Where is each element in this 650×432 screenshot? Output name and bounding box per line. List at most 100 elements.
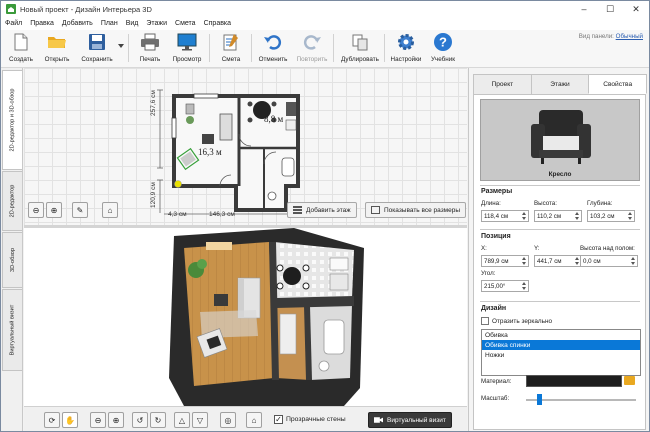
menu-file[interactable]: Файл — [5, 20, 22, 27]
height-spinbox[interactable]: 110,2 см — [534, 210, 582, 222]
monitor-icon — [177, 32, 197, 52]
zoom-out-icon: ⊖ — [32, 205, 40, 215]
menu-view[interactable]: Вид — [126, 20, 139, 27]
title-bar: Новый проект - Дизайн Интерьера 3D – ☐ ✕ — [1, 1, 649, 17]
spin-arrows-icon[interactable] — [522, 212, 527, 220]
mirror-checkbox[interactable] — [481, 317, 489, 325]
zoom-out-3d-button[interactable]: ⊖ — [90, 412, 106, 428]
depth-spinbox[interactable]: 103,2 см — [587, 210, 635, 222]
lighting-button[interactable]: ◎ — [220, 412, 236, 428]
material-swatch[interactable] — [526, 375, 622, 387]
minimize-button[interactable]: – — [571, 1, 597, 17]
home-view-button[interactable]: ⌂ — [102, 202, 118, 218]
undo-button[interactable]: Отменить — [255, 32, 291, 63]
y-spinbox[interactable]: 441,7 см — [534, 255, 582, 267]
menu-add[interactable]: Добавить — [62, 20, 93, 27]
x-spinbox[interactable]: 789,9 см — [481, 255, 529, 267]
toolbar-separator — [209, 34, 210, 62]
floor-height-spinbox[interactable]: 0,0 см — [580, 255, 638, 267]
tilt-down-icon: ▽ — [196, 415, 204, 425]
menu-plan[interactable]: План — [101, 20, 118, 27]
menu-estimate[interactable]: Смета — [175, 20, 196, 27]
scale-slider-track[interactable] — [526, 399, 636, 401]
floppy-disk-icon — [87, 32, 107, 52]
show-all-dimensions-button[interactable]: Показывать все размеры — [365, 202, 467, 218]
home-3d-button[interactable]: ⌂ — [246, 412, 262, 428]
list-item[interactable]: Ножки — [482, 350, 640, 360]
print-button[interactable]: Печать — [132, 32, 168, 63]
save-dropdown-chevron-icon[interactable] — [118, 44, 124, 48]
zoom-in-button[interactable]: ⊕ — [46, 202, 62, 218]
view-3d[interactable] — [24, 228, 467, 406]
close-button[interactable]: ✕ — [623, 1, 649, 17]
printer-icon — [140, 32, 160, 52]
tab-2d-editor[interactable]: 2D-редактор — [2, 171, 22, 231]
rotate-view-button[interactable]: ⟳ — [44, 412, 60, 428]
room-area-label: 16,3 м — [198, 147, 222, 157]
measure-button[interactable]: ✎ — [72, 202, 88, 218]
tab-3d-view[interactable]: 3D-обзор — [2, 232, 22, 288]
toolbar-separator — [128, 34, 129, 62]
gear-icon — [396, 32, 416, 52]
save-button[interactable]: Сохранить — [77, 32, 117, 63]
orbit-right-button[interactable]: ↻ — [150, 412, 166, 428]
spin-arrows-icon[interactable] — [522, 257, 527, 265]
pan-hand-button[interactable]: ✋ — [62, 412, 78, 428]
tilt-up-icon: △ — [178, 415, 186, 425]
spin-arrows-icon[interactable] — [522, 282, 527, 290]
view-3d-toolbar: ⟳ ✋ ⊖ ⊕ ↺ ↻ △ ▽ ◎ ⌂ ✓ Прозрачные стены В… — [24, 406, 467, 431]
design-heading: Дизайн — [481, 305, 507, 312]
scale-slider-thumb[interactable] — [537, 394, 543, 405]
tilt-down-button[interactable]: ▽ — [192, 412, 208, 428]
position-heading: Позиция — [481, 233, 511, 240]
tab-project[interactable]: Проект — [473, 74, 532, 94]
length-spinbox[interactable]: 118,4 см — [481, 210, 529, 222]
preview-button[interactable]: Просмотр — [169, 32, 205, 63]
maximize-button[interactable]: ☐ — [597, 1, 623, 17]
plan-2d-editor[interactable]: 257,6 см 120,9 см 4,3 см 146,3 см 16,3 м… — [24, 68, 467, 225]
estimate-button[interactable]: Смета — [213, 32, 249, 63]
menu-help[interactable]: Справка — [204, 20, 231, 27]
create-button[interactable]: Создать — [3, 32, 39, 63]
object-preview: Кресло — [480, 99, 640, 181]
settings-button[interactable]: Настройки — [388, 32, 424, 63]
transparent-walls-checkbox[interactable]: ✓ — [274, 415, 283, 424]
zoom-in-icon: ⊕ — [112, 415, 120, 425]
dimension-label: 257,6 см — [150, 90, 157, 116]
transparent-walls-toggle[interactable]: ✓ Прозрачные стены — [274, 415, 346, 424]
tab-properties[interactable]: Свойства — [588, 74, 648, 94]
notepad-icon — [221, 32, 241, 52]
list-item[interactable]: Обивка спинки — [482, 340, 640, 350]
material-parts-list[interactable]: Обивка Обивка спинки Ножки — [481, 329, 641, 376]
tutorial-button[interactable]: ? Учебник — [425, 32, 461, 63]
orbit-left-button[interactable]: ↺ — [132, 412, 148, 428]
tab-2d-and-3d[interactable]: 2D-редактор и 3D-обзор — [2, 70, 22, 170]
zoom-out-button[interactable]: ⊖ — [28, 202, 44, 218]
toolbar-separator — [384, 34, 385, 62]
mirror-toggle[interactable]: Отразить зеркально — [481, 317, 552, 325]
spin-arrows-icon[interactable] — [631, 257, 636, 265]
menu-floors[interactable]: Этажи — [146, 20, 167, 27]
tilt-up-button[interactable]: △ — [174, 412, 190, 428]
room-3d-render[interactable] — [24, 228, 467, 406]
ruler-icon: ✎ — [76, 205, 84, 215]
tab-virtual-visit[interactable]: Виртуальный визит — [2, 289, 22, 371]
virtual-visit-button[interactable]: Виртуальный визит — [368, 412, 452, 428]
tab-floors[interactable]: Этажи — [530, 74, 590, 94]
toolbar: Создать Открыть Сохранить Печать Просмот… — [1, 30, 649, 68]
window-title: Новый проект - Дизайн Интерьера 3D — [20, 4, 152, 14]
spin-arrows-icon[interactable] — [628, 212, 633, 220]
house-icon: ⌂ — [251, 415, 257, 425]
view-mode-tabs: 2D-редактор и 3D-обзор 2D-редактор 3D-об… — [1, 68, 23, 431]
spin-arrows-icon[interactable] — [575, 212, 580, 220]
view-panel-link[interactable]: Обычный — [616, 33, 643, 40]
open-button[interactable]: Открыть — [39, 32, 75, 63]
folder-icon[interactable] — [624, 376, 635, 385]
zoom-in-3d-button[interactable]: ⊕ — [108, 412, 124, 428]
menu-edit[interactable]: Правка — [30, 20, 54, 27]
add-floor-button[interactable]: Добавить этаж — [287, 202, 357, 218]
redo-button[interactable]: Повторить — [294, 32, 330, 63]
list-item[interactable]: Обивка — [482, 330, 640, 340]
duplicate-button[interactable]: Дублировать — [339, 32, 381, 63]
angle-spinbox[interactable]: 215,00° — [481, 280, 529, 292]
